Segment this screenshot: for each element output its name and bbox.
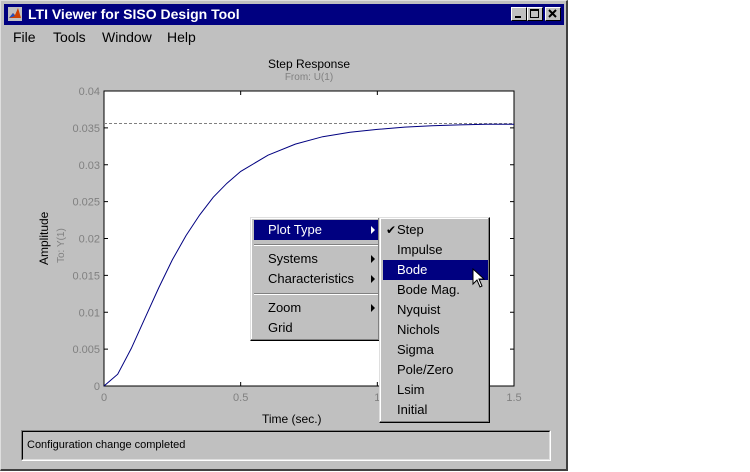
menu-item-characteristics[interactable]: Characteristics bbox=[254, 269, 378, 289]
submenu-item-impulse[interactable]: Impulse bbox=[383, 240, 488, 260]
menu-item-systems[interactable]: Systems bbox=[254, 249, 378, 269]
submenu-item-pole-zero[interactable]: Pole/Zero bbox=[383, 360, 488, 380]
submenu-item-nichols[interactable]: Nichols bbox=[383, 320, 488, 340]
y-tick-label: 0.005 bbox=[72, 344, 100, 356]
x-tick-label: 0.5 bbox=[233, 392, 248, 404]
submenu-item-initial[interactable]: Initial bbox=[383, 400, 488, 420]
y-tick-label: 0 bbox=[94, 381, 100, 393]
x-axis-label: Time (sec.) bbox=[262, 412, 322, 426]
menu-separator bbox=[254, 244, 378, 246]
menu-item-grid[interactable]: Grid bbox=[254, 318, 378, 338]
y-tick-label: 0.04 bbox=[79, 86, 100, 98]
menu-item-plot-type[interactable]: Plot Type bbox=[254, 220, 378, 240]
y-tick-label: 0.015 bbox=[72, 270, 100, 282]
status-text: Configuration change completed bbox=[27, 439, 186, 451]
menu-item-zoom[interactable]: Zoom bbox=[254, 298, 378, 318]
context-menu: Plot Type Systems Characteristics Zoom G… bbox=[250, 217, 380, 341]
submenu-arrow-icon bbox=[371, 275, 375, 283]
y-tick-label: 0.03 bbox=[79, 160, 100, 172]
y-axis-label: Amplitude bbox=[37, 211, 51, 265]
status-bar: Configuration change completed bbox=[21, 430, 551, 461]
y-tick-label: 0.01 bbox=[79, 307, 100, 319]
submenu-item-sigma[interactable]: Sigma bbox=[383, 340, 488, 360]
x-tick-label: 0 bbox=[101, 392, 107, 404]
y-axis-secondary-label: To: Y(1) bbox=[56, 228, 67, 263]
y-tick-label: 0.035 bbox=[72, 123, 100, 135]
y-tick-label: 0.02 bbox=[79, 234, 100, 246]
submenu-arrow-icon bbox=[371, 255, 375, 263]
checkmark-icon: ✔ bbox=[386, 223, 397, 237]
plot-type-submenu: ✔ Step Impulse Bode Bode Mag. Nyquist Ni… bbox=[379, 217, 490, 423]
x-tick-label: 1.5 bbox=[506, 392, 521, 404]
submenu-item-lsim[interactable]: Lsim bbox=[383, 380, 488, 400]
menu-separator bbox=[254, 293, 378, 295]
submenu-item-step[interactable]: ✔ Step bbox=[383, 220, 488, 240]
submenu-item-nyquist[interactable]: Nyquist bbox=[383, 300, 488, 320]
submenu-arrow-icon bbox=[371, 304, 375, 312]
submenu-arrow-icon bbox=[371, 226, 375, 234]
y-tick-label: 0.025 bbox=[72, 197, 100, 209]
mouse-pointer-icon bbox=[472, 268, 486, 288]
